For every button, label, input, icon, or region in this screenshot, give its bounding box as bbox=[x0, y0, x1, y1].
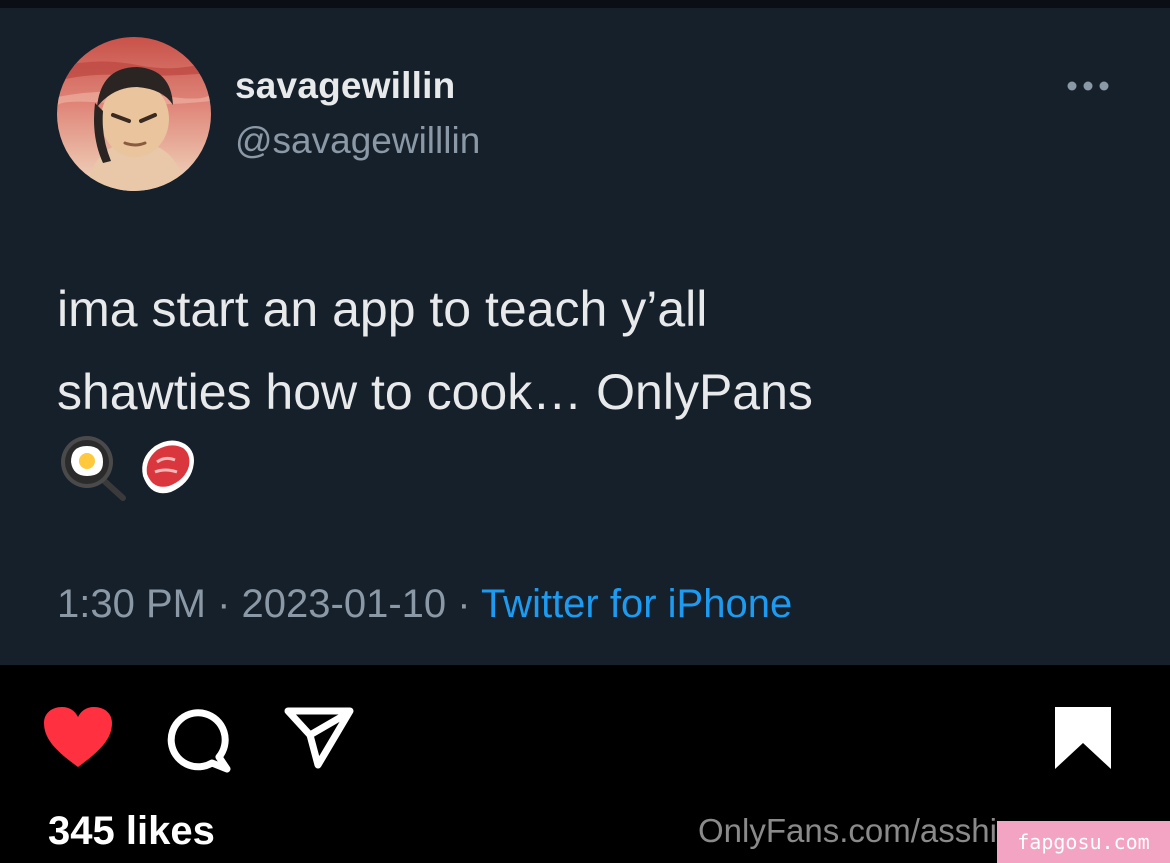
bookmark-icon[interactable] bbox=[1055, 707, 1111, 769]
tweet-source-link[interactable]: Twitter for iPhone bbox=[481, 582, 792, 626]
tweet-date: 2023-01-10 bbox=[241, 582, 447, 626]
tweet-text-line: ima start an app to teach y’all bbox=[57, 281, 708, 337]
avatar[interactable] bbox=[57, 37, 211, 191]
comment-icon[interactable] bbox=[163, 705, 235, 773]
display-name[interactable]: savagewillin bbox=[235, 65, 455, 107]
site-badge: fapgosu.com bbox=[997, 821, 1170, 863]
top-border bbox=[0, 0, 1170, 8]
share-icon[interactable] bbox=[282, 705, 356, 771]
tweet-time: 1:30 PM bbox=[57, 582, 206, 626]
tweet-text: ima start an app to teach y’all shawties… bbox=[57, 268, 1117, 434]
avatar-image bbox=[57, 37, 211, 191]
heart-icon[interactable] bbox=[42, 705, 114, 771]
tweet-text-line: shawties how to cook… OnlyPans bbox=[57, 364, 813, 420]
meta-separator: · bbox=[446, 582, 481, 626]
tweet-meta: 1:30 PM · 2023-01-10 · Twitter for iPhon… bbox=[57, 582, 792, 627]
watermark-text: OnlyFans.com/asshi bbox=[698, 812, 997, 849]
frying-pan-egg-icon bbox=[61, 436, 126, 501]
user-handle[interactable]: @savagewilllin bbox=[235, 120, 480, 162]
more-dots-icon[interactable] bbox=[1065, 78, 1111, 94]
likes-count[interactable]: 345 likes bbox=[48, 809, 215, 854]
meta-separator: · bbox=[205, 582, 242, 626]
instagram-post: savagewillin @savagewilllin ima start an… bbox=[0, 0, 1170, 863]
cut-of-meat-icon bbox=[142, 440, 194, 494]
